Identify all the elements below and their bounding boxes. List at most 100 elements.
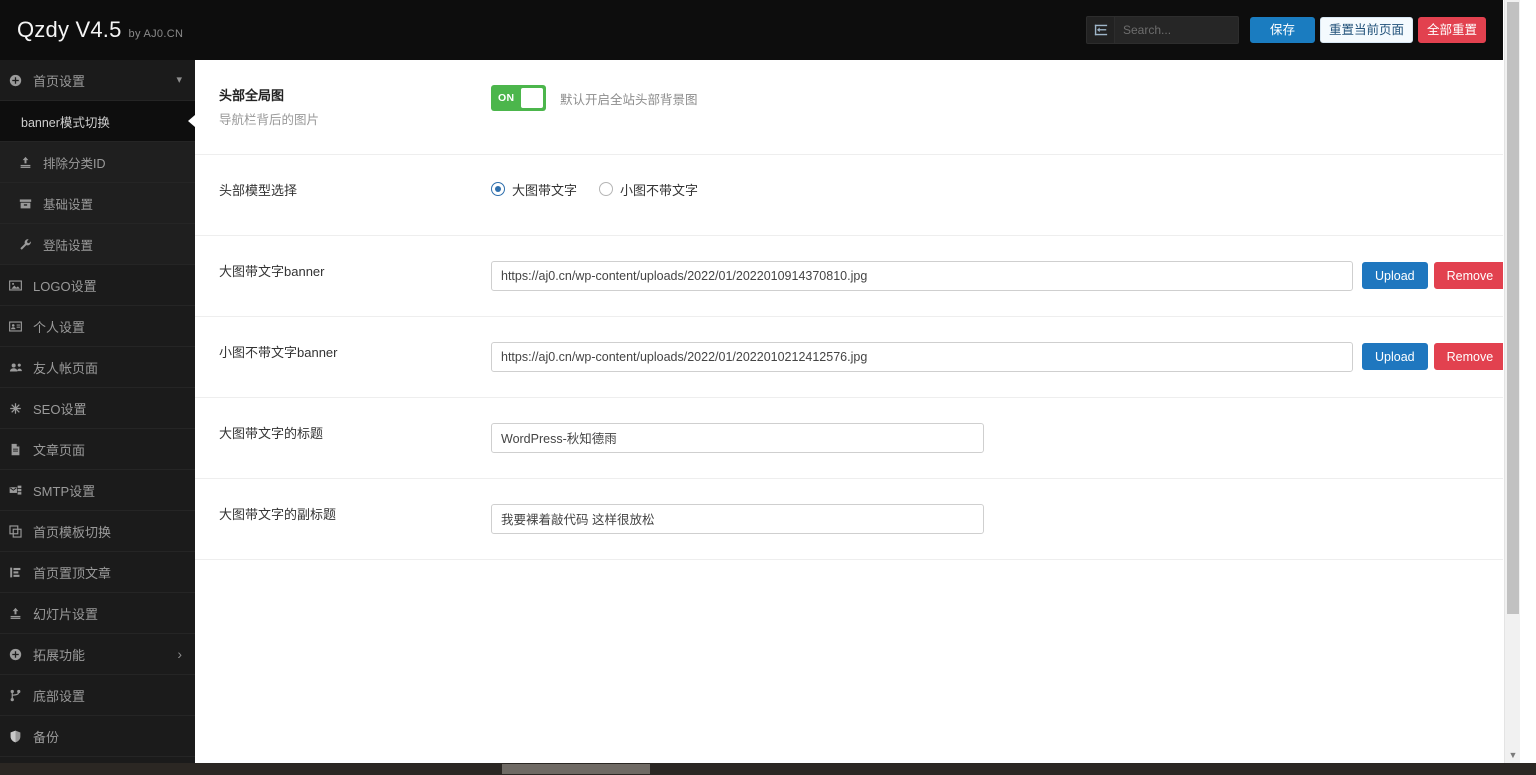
sidebar-item-label: 首页模板切换 [33,524,112,540]
row-label-text: 大图带文字banner [219,263,325,279]
row-label: 头部全局图 导航栏背后的图片 [219,85,491,129]
page-viewport: Qzdy V4.5 by AJ0.CN Search... 保存 重置当前页面 … [0,0,1520,763]
plus-circle-icon [9,74,31,87]
sidebar-item-label: 拓展功能 [33,647,86,663]
radio-indicator[interactable] [599,182,614,197]
row-label: 大图带文字的副标题 [219,504,491,525]
radio-option-0[interactable]: 大图带文字 [491,180,577,199]
sidebar-item-0[interactable]: 首页设置 ▾ [0,60,195,101]
sidebar-item-12[interactable]: 首页置顶文章 [0,552,195,593]
upload-icon [9,607,31,620]
sidebar-item-6[interactable]: 个人设置 [0,306,195,347]
sidebar-item-label: 个人设置 [33,319,86,335]
banner-url-input[interactable] [491,260,1353,291]
sidebar-item-8[interactable]: SEO设置 [0,388,195,429]
horizontal-scrollbar-thumb[interactable] [502,764,650,774]
settings-form: 头部全局图 导航栏背后的图片 ON 默认开启全站头部背景图 头部模型选择 大图带文字 小图不… [195,60,1503,763]
sidebar-item-7[interactable]: 友人帐页面 [0,347,195,388]
image-icon [9,279,31,292]
sidebar-item-14[interactable]: 拓展功能 › [0,634,195,675]
chevron-down-icon: ▾ [176,73,182,86]
sidebar-item-label: 排除分类ID [43,156,106,171]
clone-icon [9,524,31,538]
wrench-icon [19,238,41,251]
vertical-scrollbar-thumb[interactable] [1507,2,1519,614]
remove-button[interactable]: Remove [1433,343,1503,371]
sidebar-item-2[interactable]: 排除分类ID [0,142,195,183]
row-field [491,503,1503,534]
settings-row: 头部全局图 导航栏背后的图片 ON 默认开启全站头部背景图 [195,60,1503,155]
top-bar-actions: 保存 重置当前页面 全部重置 [1086,0,1486,60]
sidebar-item-11[interactable]: 首页模板切换 [0,511,195,552]
reset-all-button[interactable]: 全部重置 [1418,17,1486,43]
sidebar: 首页设置 ▾ banner模式切换排除分类ID 基础设置登陆设置 LOGO设置 个人设置友… [0,60,195,763]
users-icon [9,361,31,374]
brand-subtitle: by AJ0.CN [128,28,184,40]
sidebar-item-3[interactable]: 基础设置 [0,183,195,224]
mail-server-icon [9,484,31,497]
sidebar-collapse-button[interactable] [1086,16,1114,44]
sidebar-item-label: 文章页面 [33,442,86,458]
sitemap-icon [9,402,31,415]
shield-icon [9,730,31,743]
toggle-state-label: ON [498,92,515,104]
row-label-description: 导航栏背后的图片 [219,112,320,127]
sidebar-item-label: 首页置顶文章 [33,565,112,581]
top-bar: Qzdy V4.5 by AJ0.CN Search... 保存 重置当前页面 … [0,0,1503,60]
save-button[interactable]: 保存 [1250,17,1315,43]
chevron-down-icon[interactable]: ▼ [1505,747,1520,763]
sidebar-item-10[interactable]: SMTP设置 [0,470,195,511]
row-label: 头部模型选择 [219,180,491,201]
upload-button[interactable]: Upload [1362,262,1428,290]
sidebar-item-label: 备份 [33,729,60,745]
sidebar-item-15[interactable]: 底部设置 [0,675,195,716]
sidebar-item-label: 首页设置 [33,73,86,89]
row-label-text: 大图带文字的标题 [219,425,324,441]
search-input[interactable] [1114,16,1239,44]
row-label: 大图带文字的标题 [219,423,491,444]
pin-icon [9,566,31,579]
banner-url-input[interactable] [491,341,1353,372]
active-item-pointer [188,115,195,127]
text-input[interactable] [491,422,984,453]
sidebar-item-16[interactable]: 备份 [0,716,195,757]
horizontal-scrollbar[interactable] [0,763,1536,775]
sidebar-item-label: 基础设置 [43,197,94,212]
field-help-text: 默认开启全站头部背景图 [560,92,698,107]
settings-row: 大图带文字的标题 [195,398,1503,479]
vertical-scrollbar[interactable]: ▼ [1504,0,1520,763]
radio-indicator[interactable] [491,182,505,197]
sidebar-item-label: 友人帐页面 [33,360,99,376]
row-label: 大图带文字banner [219,261,491,282]
row-label: 小图不带文字banner [219,342,491,363]
sidebar-item-9[interactable]: 文章页面 [0,429,195,470]
sidebar-item-label: SMTP设置 [33,483,96,499]
sidebar-item-5[interactable]: LOGO设置 [0,265,195,306]
reset-current-page-button[interactable]: 重置当前页面 [1320,17,1413,43]
upload-button[interactable]: Upload [1362,343,1428,371]
archive-icon [19,197,41,210]
sidebar-item-label: banner模式切换 [21,115,110,130]
header-global-image-toggle[interactable]: ON [491,85,546,111]
sidebar-item-label: LOGO设置 [33,278,97,294]
radio-option-1[interactable]: 小图不带文字 [599,180,698,199]
text-input[interactable] [491,503,984,534]
settings-row: 大图带文字banner UploadRemove [195,236,1503,317]
app-window: Qzdy V4.5 by AJ0.CN Search... 保存 重置当前页面 … [0,0,1536,775]
sidebar-item-label: SEO设置 [33,401,87,417]
settings-row: 大图带文字的副标题 [195,479,1503,560]
sidebar-item-4[interactable]: 登陆设置 [0,224,195,265]
sidebar-item-label: 底部设置 [33,688,86,704]
id-card-icon [9,320,31,333]
sidebar-item-13[interactable]: 幻灯片设置 [0,593,195,634]
file-icon [9,443,31,456]
header-model-radio-group: 大图带文字 小图不带文字 [491,180,698,199]
row-field: UploadRemove [491,260,1503,291]
row-label-text: 大图带文字的副标题 [219,506,337,522]
brand: Qzdy V4.5 by AJ0.CN [17,17,183,43]
settings-row: 小图不带文字banner UploadRemove [195,317,1503,398]
radio-option-label: 小图不带文字 [620,182,699,198]
remove-button[interactable]: Remove [1433,262,1503,290]
settings-row: 头部模型选择 大图带文字 小图不带文字 [195,155,1503,236]
sidebar-item-1[interactable]: banner模式切换 [0,101,195,142]
